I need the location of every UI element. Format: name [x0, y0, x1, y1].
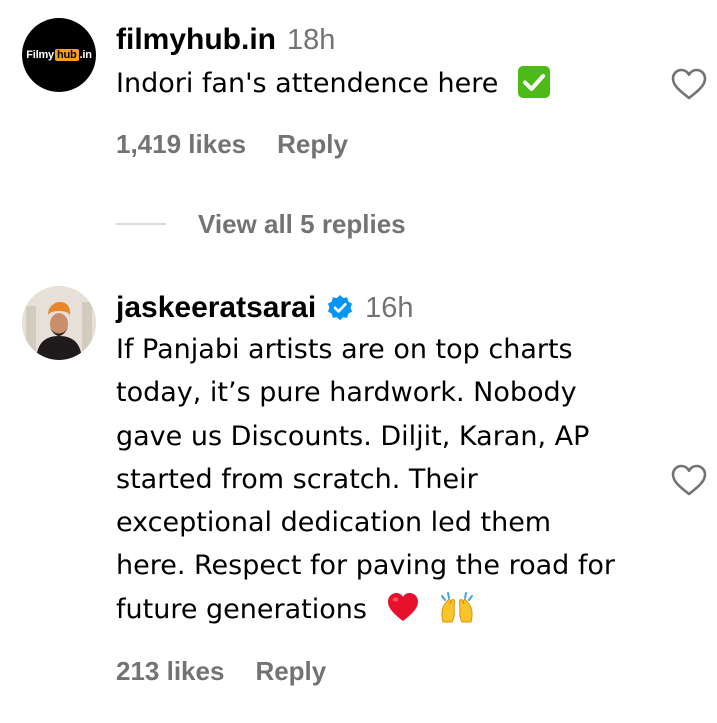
view-replies-label: View all 5 replies [198, 208, 406, 239]
raising-hands-emoji [441, 592, 474, 623]
reply-button[interactable]: Reply [277, 129, 348, 160]
comment-text: If Panjabi artists are on top charts tod… [116, 328, 617, 631]
comment-actions: 213 likes Reply [116, 653, 326, 689]
username-link[interactable]: jaskeeratsarai [116, 291, 316, 325]
username-link[interactable]: filmyhub.in [116, 23, 276, 57]
logo-text-hub: hub [54, 49, 79, 61]
red-heart-emoji [387, 593, 418, 622]
check-mark-button-emoji [517, 65, 550, 98]
heart-icon[interactable] [671, 463, 707, 497]
filmyhub-logo: Filmy hub .in [26, 49, 92, 61]
comment-filmyhub: Filmy hub .in filmyhub.in 18h Indori fan's… [0, 0, 717, 260]
reply-button[interactable]: Reply [255, 656, 326, 687]
comment-timestamp[interactable]: 16h [365, 292, 413, 325]
logo-text-left: Filmy [26, 49, 54, 61]
comment-timestamp[interactable]: 18h [287, 24, 335, 57]
comment-text-content: Indori fan's attendence here [116, 68, 499, 99]
logo-text-right: .in [79, 49, 92, 61]
comment-jaskeeratsarai: jaskeeratsarai 16h If Panjabi artists ar… [0, 270, 717, 723]
comment-text-content: If Panjabi artists are on top charts tod… [116, 334, 616, 625]
verified-badge-icon [328, 295, 353, 321]
profile-photo [22, 286, 96, 360]
comment-actions: 1,419 likes Reply [116, 126, 348, 162]
comment-header: jaskeeratsarai 16h [116, 288, 617, 328]
comment-text: Indori fan's attendence here [116, 62, 617, 105]
comment-header: filmyhub.in 18h [116, 20, 617, 60]
view-replies-button[interactable]: View all 5 replies [116, 205, 406, 243]
comment-body: filmyhub.in 18h Indori fan's attendence … [116, 20, 617, 105]
comment-body: jaskeeratsarai 16h If Panjabi artists ar… [116, 288, 617, 631]
likes-count[interactable]: 213 likes [116, 656, 224, 687]
likes-count[interactable]: 1,419 likes [116, 129, 246, 160]
avatar-jaskeeratsarai[interactable] [22, 286, 96, 360]
heart-icon[interactable] [671, 67, 707, 101]
replies-divider [116, 223, 166, 225]
avatar-filmyhub[interactable]: Filmy hub .in [22, 18, 96, 92]
